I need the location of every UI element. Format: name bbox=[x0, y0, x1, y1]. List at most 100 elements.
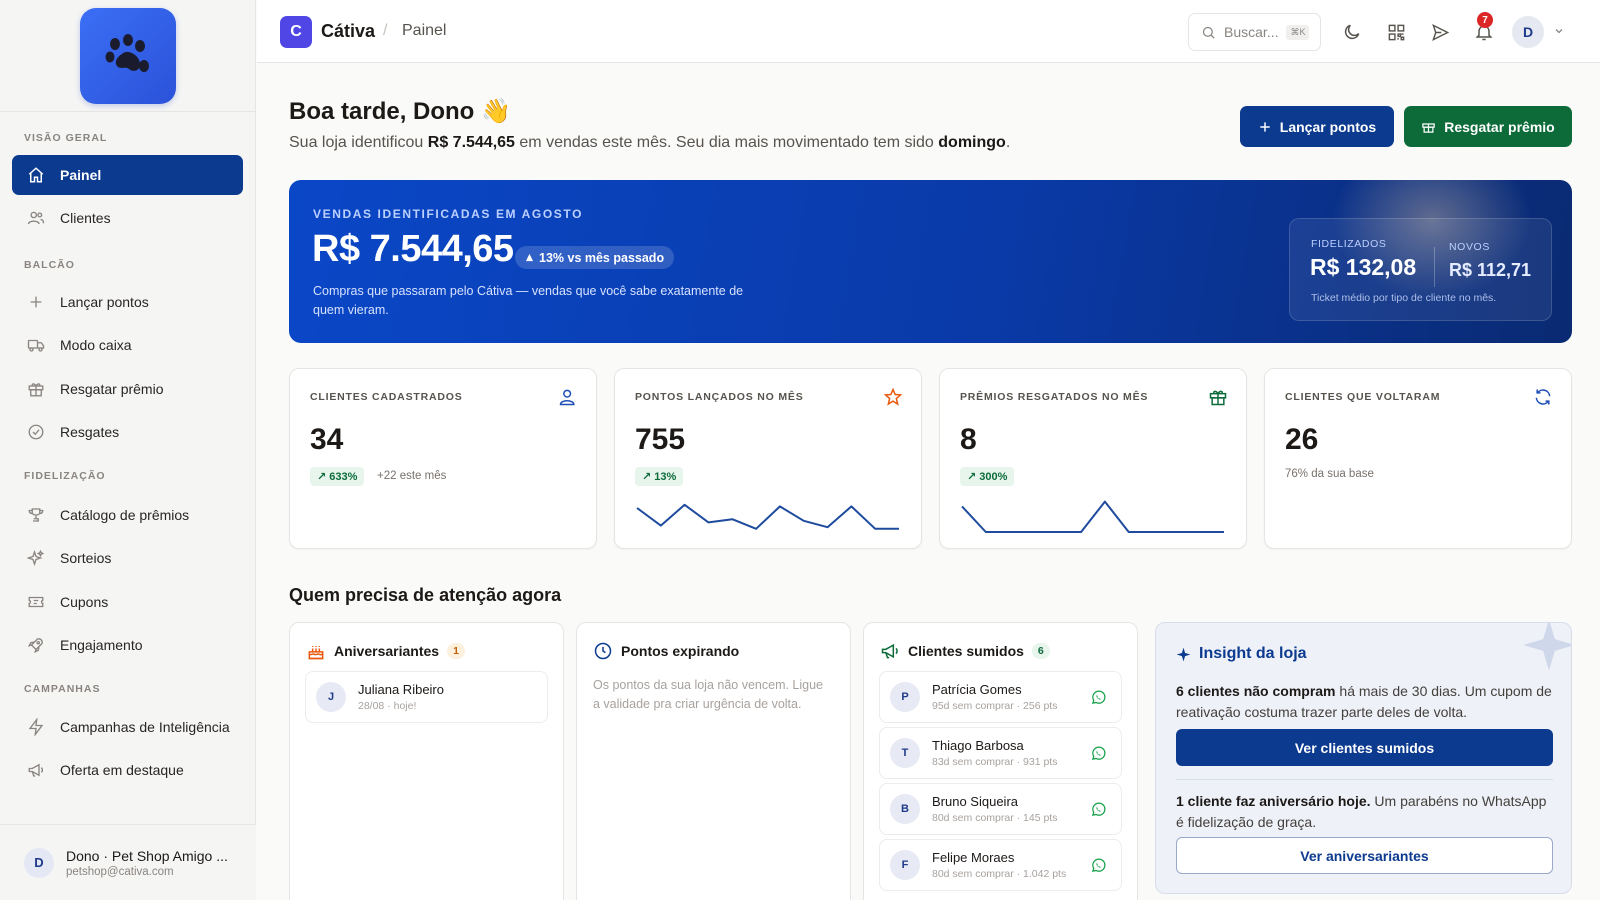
section-title-attention: Quem precisa de atenção agora bbox=[289, 585, 562, 605]
list-item[interactable]: T Thiago Barbosa 83d sem comprar · 931 pt… bbox=[879, 727, 1122, 779]
count-badge: 1 bbox=[447, 643, 465, 659]
sparkline-path bbox=[961, 500, 1224, 533]
growth-badge: 13% vs mês passado bbox=[515, 246, 675, 269]
stat-chip-text: 633% bbox=[329, 470, 358, 483]
points-sparkline bbox=[636, 503, 899, 530]
ticket-average-card: FIDELIZADOS R$ 132,08 NOVOS R$ 112,71 Ti… bbox=[1289, 218, 1552, 321]
refresh-icon bbox=[1533, 387, 1553, 412]
greeting-day: domingo bbox=[938, 134, 1006, 151]
missing-clients-panel: Clientes sumidos 6 P Patrícia Gomes 95d s… bbox=[863, 622, 1138, 900]
whatsapp-icon[interactable] bbox=[1090, 689, 1107, 711]
sidebar-item-resgates[interactable]: Resgates bbox=[12, 412, 243, 452]
breadcrumb: Painel bbox=[402, 22, 447, 39]
brand-name[interactable]: Cátiva bbox=[321, 21, 375, 42]
theme-toggle-button[interactable] bbox=[1339, 19, 1365, 45]
paw-icon bbox=[105, 34, 149, 72]
list-item[interactable]: F Felipe Moraes 80d sem comprar · 1.042 p… bbox=[879, 839, 1122, 891]
list-item[interactable]: B Bruno Siqueira 80d sem comprar · 145 pt… bbox=[879, 783, 1122, 835]
user-avatar[interactable]: D bbox=[1512, 16, 1544, 48]
sidebar-item-painel[interactable]: Painel bbox=[12, 155, 243, 195]
panel-title: Aniversariantes bbox=[334, 643, 440, 659]
greeting-text-2: em vendas este mês. Seu dia mais movimen… bbox=[514, 134, 939, 151]
chevron-down-icon[interactable] bbox=[1553, 24, 1565, 42]
divider bbox=[1176, 779, 1553, 780]
person-meta: 80d sem comprar · 145 pts bbox=[932, 812, 1058, 824]
qr-code-button[interactable] bbox=[1383, 19, 1409, 45]
stat-value: 26 bbox=[1285, 423, 1319, 456]
ticket-caption: Ticket médio por tipo de cliente no mês. bbox=[1311, 292, 1497, 304]
sidebar-item-catalogo[interactable]: Catálogo de prêmios bbox=[12, 495, 243, 535]
view-missing-clients-button[interactable]: Ver clientes sumidos bbox=[1176, 729, 1553, 766]
birthdays-panel: Aniversariantes 1 J Juliana Ribeiro 28/0… bbox=[289, 622, 564, 900]
sidebar-item-engajamento[interactable]: Engajamento bbox=[12, 625, 243, 665]
clock-icon bbox=[594, 642, 612, 660]
view-birthdays-button[interactable]: Ver aniversariantes bbox=[1176, 837, 1553, 874]
cake-icon bbox=[308, 646, 324, 660]
sidebar-item-campanhas-inteligencia[interactable]: Campanhas de Inteligência bbox=[12, 707, 243, 747]
avatar: P bbox=[890, 682, 920, 712]
whatsapp-icon[interactable] bbox=[1090, 745, 1107, 767]
rocket-icon bbox=[26, 635, 46, 655]
sidebar-item-cupons[interactable]: Cupons bbox=[12, 582, 243, 622]
list-item[interactable]: P Patrícia Gomes 95d sem comprar · 256 pt… bbox=[879, 671, 1122, 723]
person-name: Thiago Barbosa bbox=[932, 738, 1024, 753]
sidebar-item-sorteios[interactable]: Sorteios bbox=[12, 538, 243, 578]
stat-chip-text: 13% bbox=[654, 470, 677, 483]
stat-label: PONTOS LANÇADOS NO MÊS bbox=[635, 391, 804, 403]
account-switcher[interactable]: D Dono · Pet Shop Amigo ... petshop@cati… bbox=[0, 824, 256, 900]
sidebar-item-label: Clientes bbox=[60, 210, 111, 226]
send-icon bbox=[1431, 23, 1449, 41]
stat-chip-text: 300% bbox=[979, 470, 1008, 483]
insight-text-missing: 6 clientes não compram há mais de 30 dia… bbox=[1176, 681, 1556, 723]
sidebar-item-label: Catálogo de prêmios bbox=[60, 507, 190, 523]
avatar: J bbox=[316, 682, 346, 712]
avatar: B bbox=[890, 794, 920, 824]
stat-card-clients[interactable]: CLIENTES CADASTRADOS 34 ↗ 633% +22 este m… bbox=[289, 368, 597, 549]
sidebar-item-resgatar-premio[interactable]: Resgatar prêmio bbox=[12, 369, 243, 409]
person-meta: 80d sem comprar · 1.042 pts bbox=[932, 868, 1067, 880]
hero-description: Compras que passaram pelo Cátiva — venda… bbox=[313, 284, 744, 317]
stat-growth-chip: ↗ 633% bbox=[310, 467, 365, 486]
stat-card-points[interactable]: PONTOS LANÇADOS NO MÊS 755 ↗ 13% bbox=[614, 368, 922, 549]
store-logo[interactable] bbox=[80, 8, 176, 104]
person-name: Bruno Siqueira bbox=[932, 794, 1018, 809]
person-name: Juliana Ribeiro bbox=[358, 682, 444, 697]
growth-badge-text: 13% vs mês passado bbox=[539, 250, 665, 265]
send-button[interactable] bbox=[1427, 19, 1453, 45]
stat-label: CLIENTES CADASTRADOS bbox=[310, 391, 463, 403]
sidebar-item-modo-caixa[interactable]: Modo caixa bbox=[12, 325, 243, 365]
stat-label: CLIENTES QUE VOLTARAM bbox=[1285, 391, 1441, 403]
stat-card-returning[interactable]: CLIENTES QUE VOLTARAM 26 76% da sua base bbox=[1264, 368, 1572, 549]
redeem-prize-button[interactable]: Resgatar prêmio bbox=[1404, 106, 1572, 147]
stat-value: 755 bbox=[635, 423, 686, 456]
avatar: D bbox=[24, 847, 54, 878]
search-input[interactable]: Buscar... ⌘K bbox=[1188, 13, 1321, 51]
list-item[interactable]: J Juliana Ribeiro 28/08 · hoje! bbox=[305, 671, 548, 723]
sidebar-item-lancar-pontos[interactable]: Lançar pontos bbox=[12, 282, 243, 322]
section-title-visao-geral: VISÃO GERAL bbox=[24, 132, 108, 144]
sparkle-icon bbox=[1176, 647, 1191, 661]
trend-up-icon: ↗ bbox=[642, 471, 652, 483]
redeem-prize-label: Resgatar prêmio bbox=[1444, 118, 1555, 135]
hero-label: VENDAS IDENTIFICADAS EM AGOSTO bbox=[313, 207, 584, 221]
search-placeholder: Buscar... bbox=[1224, 24, 1279, 40]
sidebar-item-label: Resgates bbox=[60, 424, 120, 440]
stat-card-prizes[interactable]: PRÊMIOS RESGATADOS NO MÊS 8 ↗ 300% bbox=[939, 368, 1247, 549]
sidebar-item-oferta-destaque[interactable]: Oferta em destaque bbox=[12, 750, 243, 790]
gift-icon bbox=[1422, 123, 1435, 133]
greeting-text-3: . bbox=[1005, 134, 1011, 151]
new-label: NOVOS bbox=[1449, 241, 1490, 253]
topbar: C Cátiva / Painel Buscar... ⌘K 7 D bbox=[257, 0, 1600, 63]
sidebar-item-label: Cupons bbox=[60, 594, 109, 610]
whatsapp-icon[interactable] bbox=[1090, 801, 1107, 823]
whatsapp-icon[interactable] bbox=[1090, 857, 1107, 879]
user-icon bbox=[558, 387, 578, 412]
brand-logo[interactable]: C bbox=[280, 16, 312, 48]
triangle-up-icon bbox=[525, 253, 534, 262]
new-value: R$ 112,71 bbox=[1449, 260, 1532, 280]
trophy-icon bbox=[26, 505, 46, 525]
sidebar-item-clientes[interactable]: Clientes bbox=[12, 198, 243, 238]
launch-points-button[interactable]: Lançar pontos bbox=[1240, 106, 1394, 147]
sidebar-item-label: Resgatar prêmio bbox=[60, 381, 164, 397]
notification-count: 7 bbox=[1477, 12, 1493, 28]
